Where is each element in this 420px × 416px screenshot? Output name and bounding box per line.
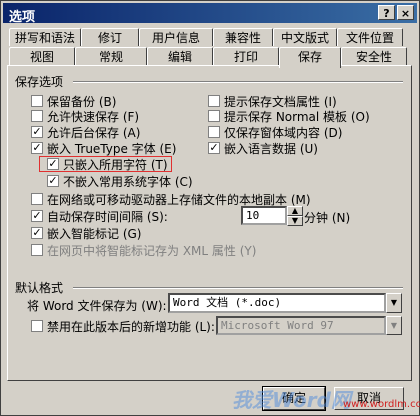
tab-user-info[interactable]: 用户信息 [139, 28, 213, 46]
prompt-normal-label: 提示保存 Normal 模板 (O) [224, 110, 370, 124]
disable-version-select[interactable]: Microsoft Word 97 [216, 316, 386, 335]
form-data-only-checkbox[interactable] [208, 126, 220, 138]
tab-security[interactable]: 安全性 [341, 47, 407, 65]
watermark-logo: 我爱Word网 [232, 388, 351, 412]
chevron-down-icon[interactable]: ▼ [386, 293, 402, 313]
save-as-label: 将 Word 文件保存为 (W): [27, 299, 167, 313]
help-button[interactable]: ? [378, 5, 395, 20]
fast-save-label: 允许快速保存 (F) [47, 110, 140, 124]
form-data-only-label: 仅保存窗体域内容 (D) [224, 126, 343, 140]
title-bar[interactable]: 选项 ? × [3, 3, 417, 25]
tab-file-locations[interactable]: 文件位置 [337, 28, 403, 46]
tab-save[interactable]: 保存 [279, 47, 341, 68]
embed-truetype-checkbox[interactable]: ✓ [31, 142, 43, 154]
network-copy-checkbox[interactable] [31, 193, 43, 205]
smart-tags-label: 嵌入智能标记 (G) [47, 227, 142, 241]
chevron-down-icon[interactable]: ▼ [386, 316, 402, 335]
disable-features-checkbox[interactable] [31, 320, 43, 332]
prompt-normal-checkbox[interactable] [208, 110, 220, 122]
embed-language-label: 嵌入语言数据 (U) [224, 142, 318, 156]
spin-up-button[interactable]: ▲ [287, 206, 303, 216]
default-format-title: 默认格式 [15, 281, 64, 295]
tab-spelling[interactable]: 拼写和语法 [9, 28, 81, 46]
no-system-fonts-checkbox[interactable]: ✓ [47, 175, 59, 187]
embed-used-chars-checkbox[interactable]: ✓ [47, 158, 59, 170]
tab-chinese-layout[interactable]: 中文版式 [273, 28, 337, 46]
smart-tags-checkbox[interactable]: ✓ [31, 227, 43, 239]
embed-truetype-label: 嵌入 TrueType 字体 (E) [47, 142, 177, 156]
prompt-doc-props-checkbox[interactable] [208, 95, 220, 107]
tab-revisions[interactable]: 修订 [81, 28, 139, 46]
keep-backup-checkbox[interactable] [31, 95, 43, 107]
fast-save-checkbox[interactable] [31, 110, 43, 122]
web-xml-label: 在网页中将智能标记存为 XML 属性 (Y) [47, 244, 257, 258]
minutes-unit-label: 分钟 (N) [304, 211, 351, 225]
tab-view[interactable]: 视图 [9, 47, 75, 65]
watermark-url: www.wordlm.com [343, 399, 420, 410]
web-xml-checkbox[interactable] [31, 244, 43, 256]
tab-compatibility[interactable]: 兼容性 [213, 28, 273, 46]
autosave-label: 自动保存时间间隔 (S): [47, 210, 168, 224]
autosave-checkbox[interactable]: ✓ [31, 210, 43, 222]
embed-used-chars-label: 只嵌入所用字符 (T) [63, 158, 168, 172]
divider [73, 81, 403, 83]
autosave-minutes-input[interactable]: 10 [241, 206, 287, 225]
divider [73, 287, 403, 289]
close-button[interactable]: × [397, 5, 414, 20]
tab-general[interactable]: 常规 [75, 47, 147, 65]
background-save-label: 允许后台保存 (A) [47, 126, 141, 140]
background-save-checkbox[interactable]: ✓ [31, 126, 43, 138]
tab-edit[interactable]: 编辑 [147, 47, 213, 65]
dialog-title: 选项 [9, 10, 36, 25]
save-as-select[interactable]: Word 文档 (*.doc) [168, 293, 386, 313]
disable-features-label: 禁用在此版本后的新增功能 (L): [47, 320, 215, 334]
save-options-title: 保存选项 [15, 75, 64, 89]
spin-down-button[interactable]: ▼ [287, 216, 303, 226]
options-dialog: 选项 ? × 拼写和语法 修订 用户信息 兼容性 中文版式 文件位置 视图 常规… [0, 0, 420, 416]
no-system-fonts-label: 不嵌入常用系统字体 (C) [63, 175, 193, 189]
tab-print[interactable]: 打印 [213, 47, 279, 65]
embed-language-checkbox[interactable]: ✓ [208, 142, 220, 154]
